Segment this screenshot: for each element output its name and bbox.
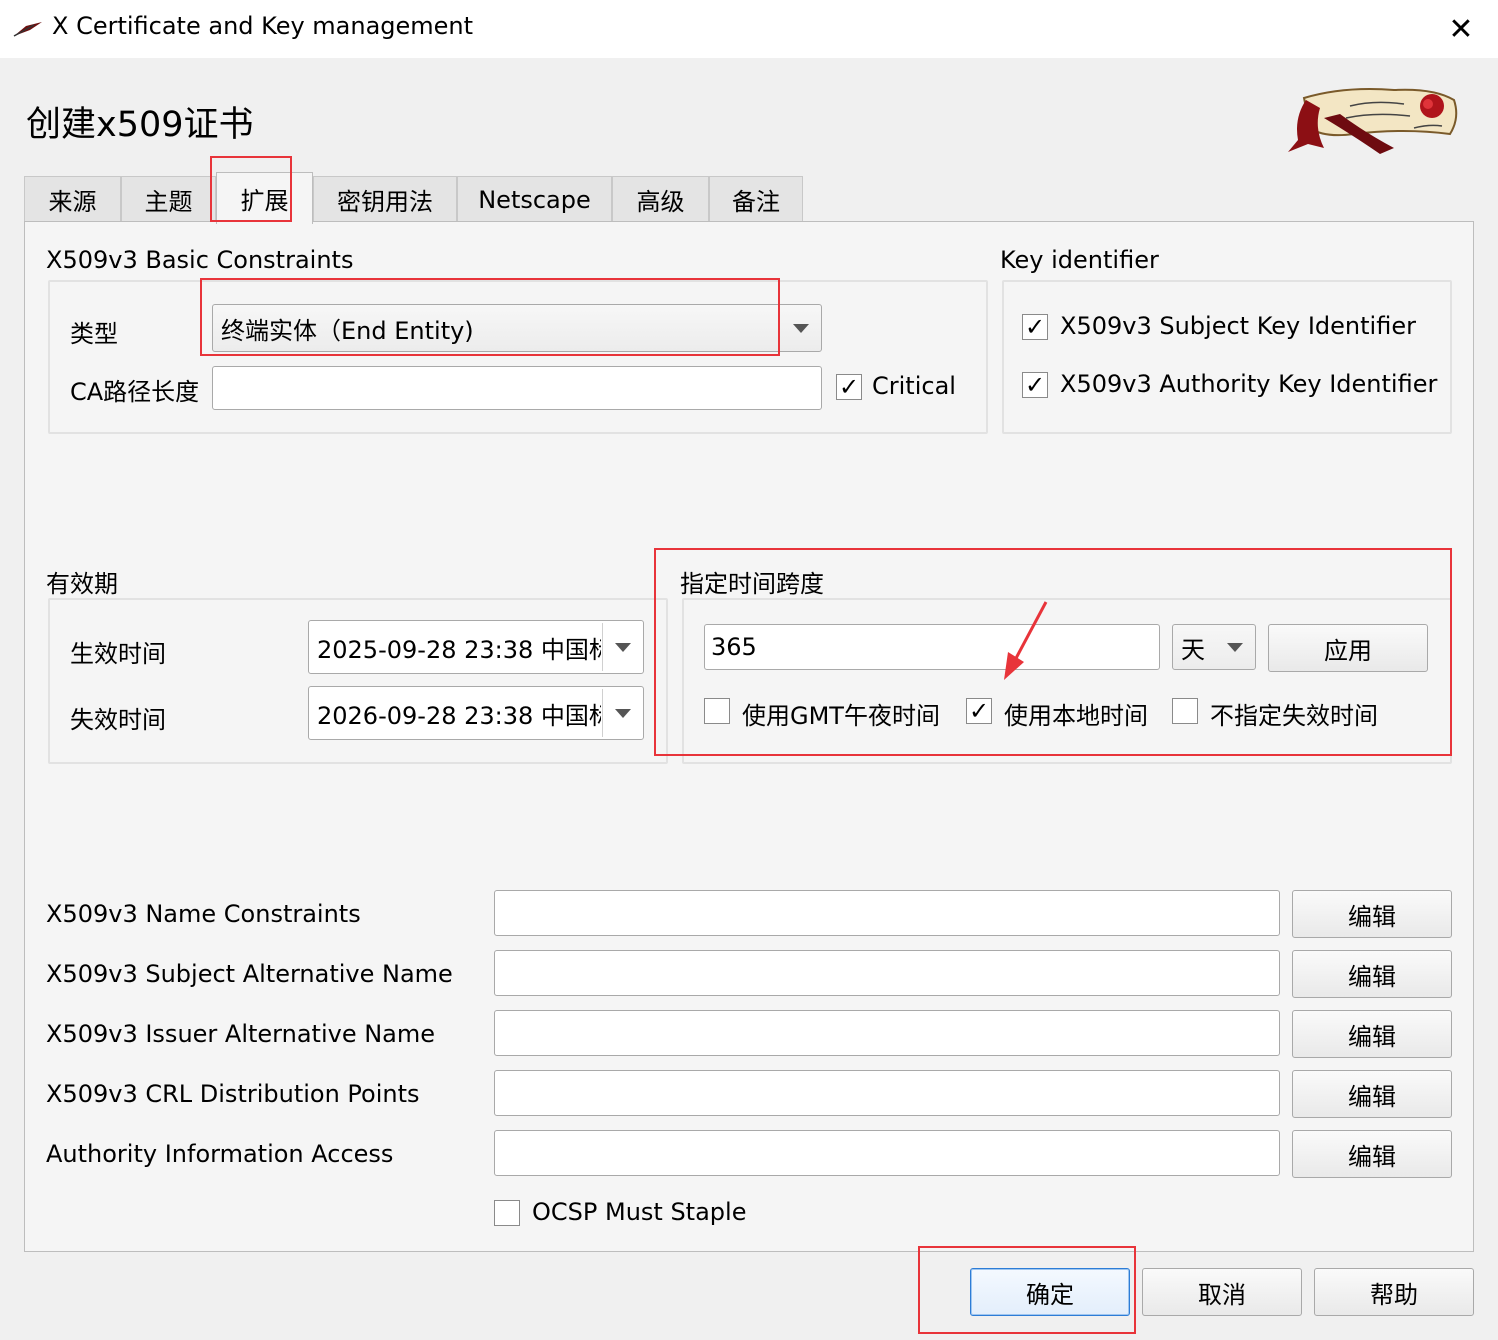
start-time-picker[interactable]: 2025-09-28 23:38 中国标准时间	[308, 620, 644, 674]
cancel-button[interactable]: 取消	[1142, 1268, 1302, 1316]
authority-info-access-input[interactable]	[494, 1130, 1280, 1176]
app-quill-icon	[13, 22, 42, 37]
end-time-picker[interactable]: 2026-09-28 23:38 中国标准时间	[308, 686, 644, 740]
local-time-label: 使用本地时间	[1004, 702, 1148, 730]
tab-source[interactable]: 来源	[24, 176, 121, 222]
path-length-input[interactable]	[212, 366, 822, 410]
type-label: 类型	[70, 320, 118, 348]
authority-info-access-edit-button[interactable]: 编辑	[1292, 1130, 1452, 1178]
ok-button[interactable]: 确定	[970, 1268, 1130, 1316]
name-constraints-label: X509v3 Name Constraints	[46, 900, 361, 928]
window-title: X Certificate and Key management	[52, 12, 474, 40]
help-button[interactable]: 帮助	[1314, 1268, 1474, 1316]
chevron-down-icon	[793, 324, 809, 333]
close-icon[interactable]: ✕	[1438, 8, 1484, 50]
time-range-group	[682, 598, 1452, 764]
start-time-value: 2025-09-28 23:38 中国标准时间	[317, 635, 601, 664]
gmt-midnight-label: 使用GMT午夜时间	[742, 702, 940, 730]
name-constraints-edit-button[interactable]: 编辑	[1292, 890, 1452, 938]
tab-advanced[interactable]: 高级	[612, 176, 709, 222]
critical-checkbox[interactable]: ✓	[836, 374, 862, 400]
basic-constraints-title: X509v3 Basic Constraints	[46, 246, 354, 274]
crl-distribution-label: X509v3 CRL Distribution Points	[46, 1080, 420, 1108]
time-range-unit-value: 天	[1181, 635, 1205, 664]
time-range-amount-input[interactable]: 365	[704, 624, 1160, 670]
tab-subject[interactable]: 主题	[121, 176, 216, 222]
authority-info-access-label: Authority Information Access	[46, 1140, 394, 1168]
end-time-label: 失效时间	[70, 706, 166, 734]
path-length-label: CA路径长度	[70, 378, 200, 406]
subject-key-id-checkbox[interactable]: ✓	[1022, 314, 1048, 340]
start-time-label: 生效时间	[70, 640, 166, 668]
tab-netscape[interactable]: Netscape	[457, 176, 612, 222]
authority-key-id-label: X509v3 Authority Key Identifier	[1060, 370, 1438, 398]
time-range-unit-select[interactable]: 天	[1172, 624, 1256, 670]
apply-button[interactable]: 应用	[1268, 624, 1428, 672]
subject-alt-name-label: X509v3 Subject Alternative Name	[46, 960, 453, 988]
name-constraints-input[interactable]	[494, 890, 1280, 936]
issuer-alt-name-edit-button[interactable]: 编辑	[1292, 1010, 1452, 1058]
chevron-down-icon	[1227, 643, 1243, 652]
type-select-value: 终端实体（End Entity)	[221, 316, 474, 345]
scroll-rose-logo	[1288, 88, 1458, 154]
key-identifier-group	[1002, 280, 1452, 434]
local-time-checkbox[interactable]: ✓	[966, 698, 992, 724]
subject-key-id-label: X509v3 Subject Key Identifier	[1060, 312, 1416, 340]
gmt-midnight-checkbox[interactable]	[704, 698, 730, 724]
ocsp-must-staple-checkbox[interactable]	[494, 1200, 520, 1226]
validity-title: 有效期	[46, 570, 118, 598]
key-identifier-title: Key identifier	[1000, 246, 1159, 274]
authority-key-id-checkbox[interactable]: ✓	[1022, 372, 1048, 398]
ocsp-must-staple-label: OCSP Must Staple	[532, 1198, 747, 1226]
chevron-down-icon	[615, 709, 631, 718]
subject-alt-name-edit-button[interactable]: 编辑	[1292, 950, 1452, 998]
crl-distribution-edit-button[interactable]: 编辑	[1292, 1070, 1452, 1118]
no-expiry-label: 不指定失效时间	[1210, 702, 1378, 730]
chevron-down-icon	[615, 643, 631, 652]
no-expiry-checkbox[interactable]	[1172, 698, 1198, 724]
end-time-value: 2026-09-28 23:38 中国标准时间	[317, 701, 601, 730]
issuer-alt-name-label: X509v3 Issuer Alternative Name	[46, 1020, 436, 1048]
crl-distribution-input[interactable]	[494, 1070, 1280, 1116]
issuer-alt-name-input[interactable]	[494, 1010, 1280, 1056]
type-select[interactable]: 终端实体（End Entity)	[212, 304, 822, 352]
dialog-heading: 创建x509证书	[26, 105, 254, 145]
tab-extensions[interactable]: 扩展	[216, 172, 313, 224]
tab-key-usage[interactable]: 密钥用法	[313, 176, 457, 222]
critical-label: Critical	[872, 372, 956, 400]
subject-alt-name-input[interactable]	[494, 950, 1280, 996]
time-range-title: 指定时间跨度	[680, 570, 824, 598]
tab-comment[interactable]: 备注	[709, 176, 803, 222]
